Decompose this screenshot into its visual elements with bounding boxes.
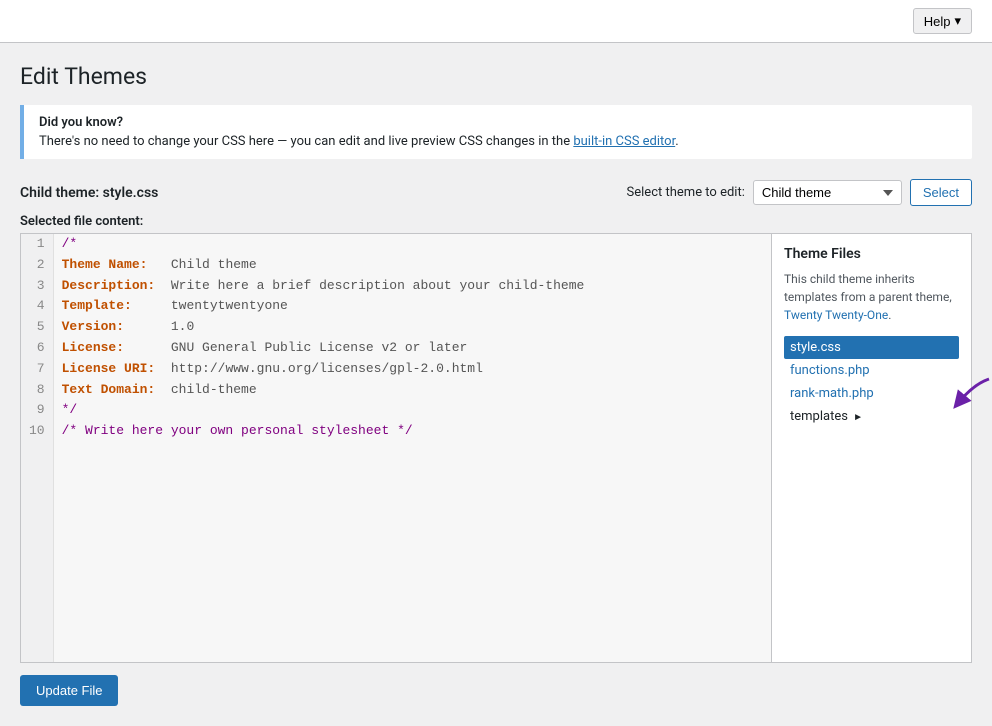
code-row-10: 10 /* Write here your own personal style… <box>21 421 771 442</box>
code-line-1: /* <box>53 234 771 255</box>
file-item-style-css[interactable]: style.css <box>784 336 959 359</box>
info-box: Did you know? There's no need to change … <box>20 105 972 159</box>
code-line-3: Description: Write here a brief descript… <box>53 276 771 297</box>
code-row-3: 3 Description: Write here a brief descri… <box>21 276 771 297</box>
sidebar: Theme Files This child theme inherits te… <box>771 234 971 662</box>
file-link-rank-math-php[interactable]: rank-math.php <box>790 386 874 401</box>
line-num-2: 2 <box>21 255 53 276</box>
line-num-3: 3 <box>21 276 53 297</box>
code-row-5: 5 Version: 1.0 <box>21 317 771 338</box>
code-row-7: 7 License URI: http://www.gnu.org/licens… <box>21 359 771 380</box>
editor-area: 1 /* 2 Theme Name: Child theme 3 Descrip… <box>20 233 972 663</box>
selected-file-row: Selected file content: <box>20 214 972 229</box>
arrow-annotation-icon <box>939 374 992 419</box>
line-num-10: 10 <box>21 421 53 442</box>
help-label: Help <box>924 14 951 29</box>
line-num-1: 1 <box>21 234 53 255</box>
code-table: 1 /* 2 Theme Name: Child theme 3 Descrip… <box>21 234 771 662</box>
file-name-style-css: style.css <box>790 340 841 355</box>
code-line-9: */ <box>53 400 771 421</box>
theme-select-area: Select theme to edit: Child theme Twenty… <box>627 179 972 206</box>
info-text-before: There's no need to change your CSS here … <box>39 134 573 149</box>
css-editor-link[interactable]: built-in CSS editor <box>573 134 675 149</box>
editor-header: Child theme: style.css Select theme to e… <box>20 179 972 206</box>
info-box-text: There's no need to change your CSS here … <box>39 134 957 149</box>
sidebar-desc: This child theme inherits templates from… <box>784 270 959 324</box>
code-editor[interactable]: 1 /* 2 Theme Name: Child theme 3 Descrip… <box>21 234 771 662</box>
select-button[interactable]: Select <box>910 179 972 206</box>
main-content: Edit Themes Did you know? There's no nee… <box>0 43 992 726</box>
line-num-4: 4 <box>21 296 53 317</box>
file-label: Child theme: style.css <box>20 185 158 201</box>
code-line-2: Theme Name: Child theme <box>53 255 771 276</box>
file-item-templates[interactable]: templates ► <box>784 405 959 428</box>
sidebar-desc-post: . <box>888 308 891 322</box>
info-box-title: Did you know? <box>39 115 957 130</box>
file-item-rank-math-php[interactable]: rank-math.php <box>784 382 959 405</box>
line-num-6: 6 <box>21 338 53 359</box>
code-line-5: Version: 1.0 <box>53 317 771 338</box>
sidebar-desc-pre: This child theme inherits templates from… <box>784 272 952 304</box>
code-row-1: 1 /* <box>21 234 771 255</box>
line-num-8: 8 <box>21 380 53 401</box>
line-num-5: 5 <box>21 317 53 338</box>
header-bar: Help ▾ <box>0 0 992 43</box>
code-row-6: 6 License: GNU General Public License v2… <box>21 338 771 359</box>
folder-name-templates: templates <box>790 409 848 424</box>
line-num-7: 7 <box>21 359 53 380</box>
info-text-after: . <box>675 134 678 149</box>
select-theme-label: Select theme to edit: <box>627 185 745 200</box>
parent-theme-link[interactable]: Twenty Twenty-One <box>784 308 888 322</box>
code-line-8: Text Domain: child-theme <box>53 380 771 401</box>
file-list: style.css functions.php rank-math.php <box>784 336 959 428</box>
code-line-6: License: GNU General Public License v2 o… <box>53 338 771 359</box>
code-line-7: License URI: http://www.gnu.org/licenses… <box>53 359 771 380</box>
selected-file-label: Selected file content: <box>20 214 143 229</box>
page-title: Edit Themes <box>20 63 972 90</box>
code-row-9: 9 */ <box>21 400 771 421</box>
sidebar-title: Theme Files <box>784 246 959 262</box>
update-file-button[interactable]: Update File <box>20 675 118 706</box>
folder-arrow-icon: ► <box>853 412 863 423</box>
code-line-10: /* Write here your own personal styleshe… <box>53 421 771 442</box>
file-link-functions-php[interactable]: functions.php <box>790 363 870 378</box>
code-row-8: 8 Text Domain: child-theme <box>21 380 771 401</box>
help-button[interactable]: Help ▾ <box>913 8 972 34</box>
line-num-9: 9 <box>21 400 53 421</box>
chevron-down-icon: ▾ <box>954 13 961 29</box>
code-row-2: 2 Theme Name: Child theme <box>21 255 771 276</box>
code-row-empty <box>21 442 771 662</box>
theme-dropdown[interactable]: Child theme Twenty Twenty-One <box>753 180 902 205</box>
code-row-4: 4 Template: twentytwentyone <box>21 296 771 317</box>
file-item-functions-php[interactable]: functions.php <box>784 359 959 382</box>
code-line-4: Template: twentytwentyone <box>53 296 771 317</box>
